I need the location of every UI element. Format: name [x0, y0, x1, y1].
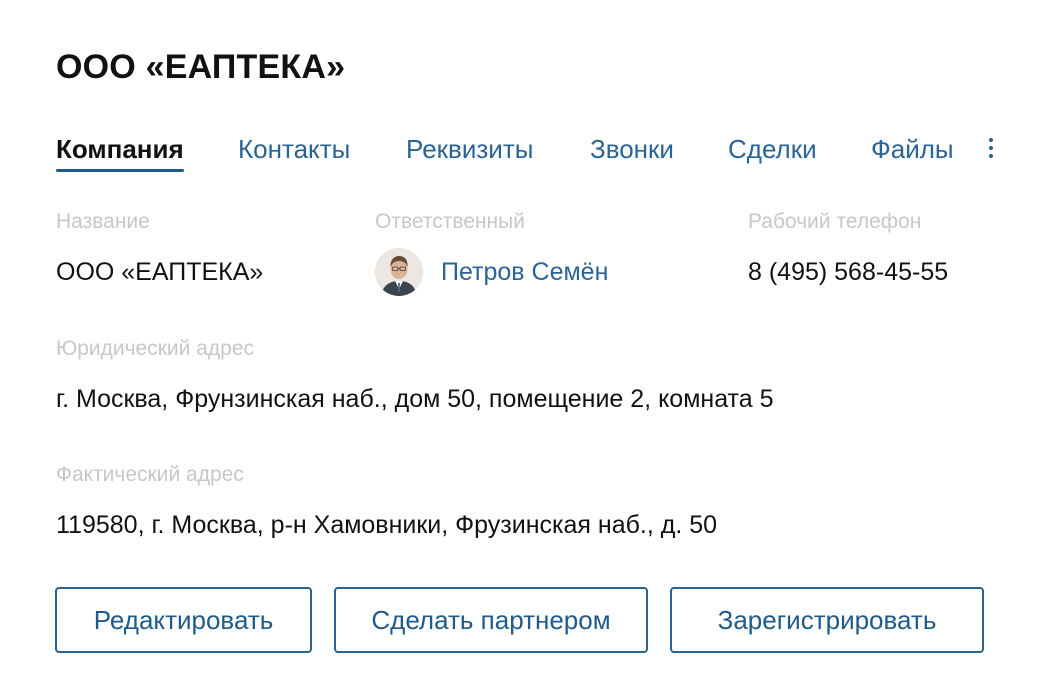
- responsible-link[interactable]: Петров Семён: [441, 258, 608, 287]
- tab-files[interactable]: Файлы: [871, 134, 954, 165]
- tab-requisites[interactable]: Реквизиты: [406, 134, 533, 165]
- responsible-label: Ответственный: [375, 210, 525, 233]
- phone-value: 8 (495) 568-45-55: [748, 258, 949, 286]
- tab-contacts[interactable]: Контакты: [238, 134, 350, 165]
- actual-address-label: Фактический адрес: [56, 463, 244, 486]
- register-button[interactable]: Зарегистрировать: [670, 587, 984, 653]
- more-vertical-icon[interactable]: [986, 138, 996, 160]
- tab-company[interactable]: Компания: [56, 134, 184, 172]
- tab-calls[interactable]: Звонки: [590, 134, 674, 165]
- name-label: Название: [56, 210, 150, 233]
- avatar[interactable]: [375, 248, 423, 296]
- legal-address-value: г. Москва, Фрунзинская наб., дом 50, пом…: [56, 385, 774, 413]
- make-partner-button[interactable]: Сделать партнером: [334, 587, 648, 653]
- tab-bar: Компания Контакты Реквизиты Звонки Сделк…: [56, 134, 1006, 174]
- edit-button[interactable]: Редактировать: [55, 587, 312, 653]
- phone-label: Рабочий телефон: [748, 210, 922, 233]
- actual-address-value: 119580, г. Москва, р-н Хамовники, Фрузин…: [56, 511, 718, 539]
- tab-deals[interactable]: Сделки: [728, 134, 817, 165]
- name-value: ООО «ЕАПТЕКА»: [56, 258, 264, 286]
- page-title: ООО «ЕАПТЕКА»: [56, 48, 346, 86]
- legal-address-label: Юридический адрес: [56, 337, 255, 360]
